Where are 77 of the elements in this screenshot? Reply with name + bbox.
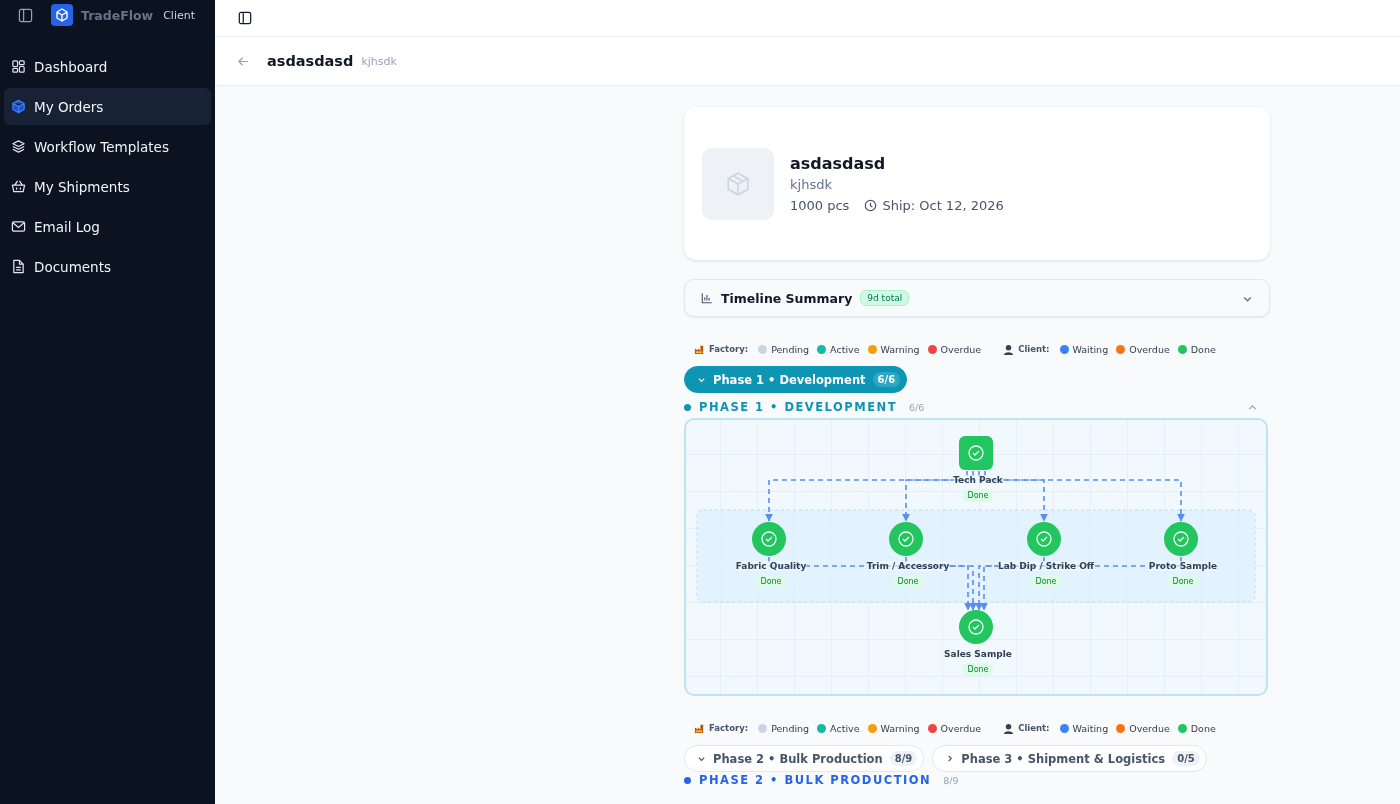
task-label: Proto Sample bbox=[1148, 561, 1218, 571]
sidebar-item[interactable]: Workflow Templates bbox=[4, 128, 211, 165]
quantity-text: 1000 pcs bbox=[790, 198, 850, 213]
legend-label: Waiting bbox=[1072, 722, 1109, 734]
legend-label: Waiting bbox=[1072, 343, 1109, 355]
status-pill: Done bbox=[962, 489, 994, 502]
task-label: Lab Dip / Strike Off bbox=[997, 561, 1095, 571]
phase-heading: PHASE 1 • DEVELOPMENT bbox=[699, 400, 897, 414]
status-pill: Done bbox=[755, 575, 787, 588]
cube-icon bbox=[11, 99, 26, 114]
status-pill: Done bbox=[892, 575, 924, 588]
chevron-icon bbox=[697, 754, 706, 763]
status-pill: Done bbox=[962, 663, 994, 676]
person-icon bbox=[1003, 722, 1015, 734]
legend-label: Warning bbox=[880, 722, 920, 734]
task-label: Tech Pack bbox=[953, 475, 1003, 485]
sidebar-toggle-icon[interactable] bbox=[18, 7, 33, 23]
task-node[interactable] bbox=[959, 436, 993, 470]
legend-label: Overdue bbox=[1129, 722, 1170, 734]
phase-heading: PHASE 2 • BULK PRODUCTION bbox=[699, 773, 932, 787]
legend-label: Active bbox=[830, 722, 860, 734]
chevron-icon bbox=[697, 375, 706, 384]
legend-label: Overdue bbox=[940, 343, 982, 355]
count-badge: 8/9 bbox=[889, 751, 918, 766]
legend-label: Overdue bbox=[1129, 343, 1170, 355]
count-badge: 0/5 bbox=[1172, 751, 1200, 766]
legend-label: Overdue bbox=[940, 722, 982, 734]
bar-chart-icon bbox=[701, 292, 713, 304]
page-subtitle: kjhsdk bbox=[361, 54, 397, 68]
ship-date: Ship: Oct 12, 2026 bbox=[882, 198, 1004, 213]
basket-icon bbox=[11, 179, 26, 194]
legend-label: Factory: bbox=[709, 723, 749, 733]
cube-icon bbox=[725, 170, 751, 197]
progress-count: 6/6 bbox=[909, 401, 925, 413]
grid-icon bbox=[11, 59, 26, 74]
legend-label: Done bbox=[1190, 722, 1216, 734]
sidebar-item[interactable]: My Orders bbox=[4, 88, 211, 125]
legend-label: Client: bbox=[1018, 344, 1050, 354]
role-label: Client bbox=[163, 8, 195, 22]
task-label: Fabric Quality bbox=[735, 561, 807, 571]
task-label: Trim / Accessory bbox=[866, 561, 950, 571]
count-badge: 6/6 bbox=[872, 372, 901, 387]
legend-label: Pending bbox=[771, 722, 810, 734]
factory-icon bbox=[694, 722, 705, 734]
total-badge: 9d total bbox=[860, 290, 910, 306]
factory-icon bbox=[694, 343, 705, 355]
legend-label: Client: bbox=[1018, 723, 1050, 733]
sidebar-item[interactable]: Documents bbox=[4, 248, 211, 285]
chevron-icon bbox=[945, 754, 955, 763]
sidebar-item[interactable]: My Shipments bbox=[4, 168, 211, 205]
legend-label: Done bbox=[1190, 343, 1216, 355]
clock-icon bbox=[864, 199, 878, 212]
order-name: asdasdasd bbox=[790, 154, 887, 173]
document-icon bbox=[11, 259, 26, 274]
customer-name: kjhsdk bbox=[790, 177, 833, 192]
cube-logo-icon bbox=[51, 4, 73, 26]
section-title: Timeline Summary bbox=[721, 290, 853, 306]
phase-tab[interactable]: Phase 2 • Bulk Production 8/9 bbox=[684, 745, 925, 772]
status-pill: Done bbox=[1030, 575, 1062, 588]
legend-label: Pending bbox=[771, 343, 810, 355]
phase-tab[interactable]: Phase 1 • Development 6/6 bbox=[684, 366, 908, 393]
legend-label: Active bbox=[830, 343, 860, 355]
brand-name: TradeFlow bbox=[81, 7, 154, 23]
legend-label: Factory: bbox=[709, 344, 749, 354]
person-icon bbox=[1003, 343, 1015, 355]
mail-icon bbox=[11, 219, 26, 234]
task-label: Sales Sample bbox=[944, 649, 1012, 659]
page-title: asdasdasd bbox=[267, 53, 354, 69]
progress-count: 8/9 bbox=[943, 774, 959, 786]
legend-label: Warning bbox=[880, 343, 920, 355]
timeline-summary-bar[interactable]: Timeline Summary 9d total bbox=[684, 279, 1270, 317]
sidebar-item[interactable]: Dashboard bbox=[4, 48, 211, 85]
layers-icon bbox=[11, 139, 26, 154]
sidebar-item[interactable]: Email Log bbox=[4, 208, 211, 245]
status-pill: Done bbox=[1167, 575, 1199, 588]
panel-toggle-icon[interactable] bbox=[238, 11, 252, 25]
phase-tab[interactable]: Phase 3 • Shipment & Logistics 0/5 bbox=[932, 745, 1207, 772]
